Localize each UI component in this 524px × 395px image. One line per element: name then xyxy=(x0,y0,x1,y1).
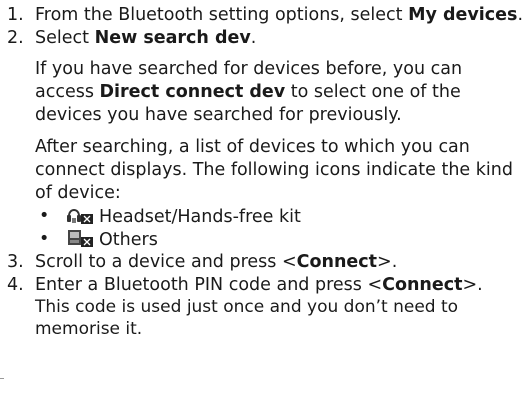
step-number: 1. xyxy=(7,5,24,25)
step-4: 4. Enter a Bluetooth PIN code and press … xyxy=(0,274,524,340)
icon-label: Others xyxy=(99,230,158,250)
bullet: • xyxy=(39,229,50,249)
menu-option-new-search-dev: New search dev xyxy=(94,28,251,48)
manual-page: 1. From the Bluetooth setting options, s… xyxy=(0,0,524,395)
step-text: Scroll to a device and press <Connect>. xyxy=(35,252,398,272)
bullet: • xyxy=(39,206,50,226)
step-3: 3. Scroll to a device and press <Connect… xyxy=(0,251,524,274)
step-number: 3. xyxy=(7,252,24,272)
step-text: Enter a Bluetooth PIN code and press <Co… xyxy=(35,275,483,295)
menu-option-my-devices: My devices xyxy=(408,5,518,25)
soft-key-connect: Connect xyxy=(296,252,378,272)
icon-label: Headset/Hands-free kit xyxy=(99,207,301,227)
soft-key-connect: Connect xyxy=(382,275,463,295)
page-margin-mark xyxy=(0,378,4,379)
menu-option-direct-connect-dev: Direct connect dev xyxy=(99,82,286,102)
instruction-steps: 1. From the Bluetooth setting options, s… xyxy=(0,4,524,340)
device-icon-list: • Headset/Hands-free kit • Others xyxy=(35,205,524,251)
step-2: 2. Select New search dev. If you have se… xyxy=(0,27,524,251)
step-number: 4. xyxy=(7,275,24,295)
step-number: 2. xyxy=(7,28,24,48)
step-text: Select New search dev. xyxy=(35,28,257,48)
step-continuation: This code is used just once and you don’… xyxy=(35,297,459,339)
step-note: If you have searched for devices before,… xyxy=(35,59,463,125)
list-item: • Headset/Hands-free kit xyxy=(35,205,524,228)
step-text: From the Bluetooth setting options, sele… xyxy=(35,5,524,25)
step-1: 1. From the Bluetooth setting options, s… xyxy=(0,4,524,27)
list-item: • Others xyxy=(35,228,524,251)
step-note: After searching, a list of devices to wh… xyxy=(35,137,513,203)
